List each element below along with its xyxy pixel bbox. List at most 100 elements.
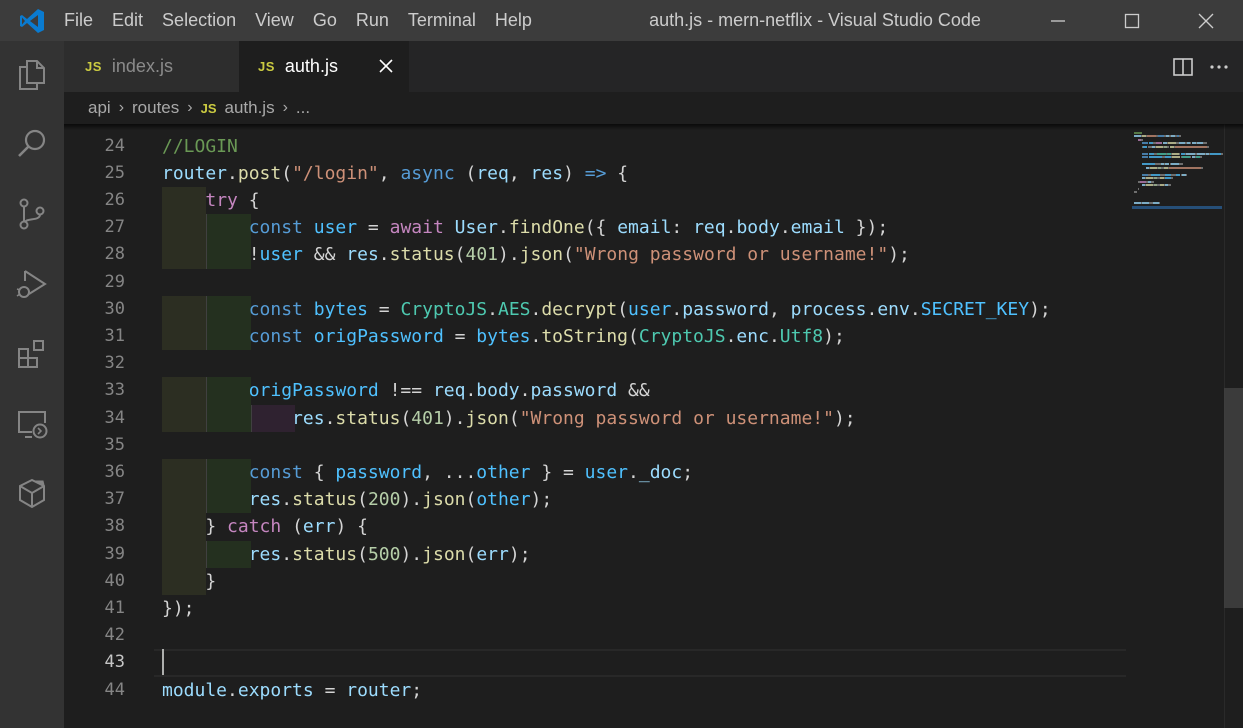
code-line[interactable]: 40 } [64,567,1126,595]
run-debug-button[interactable] [0,249,64,319]
vertical-scrollbar[interactable] [1224,124,1243,728]
code-line[interactable]: 35 [64,432,1126,459]
code-token: process [790,298,867,320]
breadcrumb-api[interactable]: api [88,98,111,118]
code-token: ( [508,407,520,429]
code-text: router.post("/login", async (req, res) =… [162,160,628,187]
tab-close-button[interactable] [375,55,397,77]
breadcrumb-symbols[interactable]: ... [296,98,310,118]
minimap-token [1141,138,1144,141]
code-token: ! [248,244,260,266]
minimap-token [1186,152,1195,155]
code-text: origPassword !== req.body.password && [162,377,650,404]
code-token: bytes [476,326,531,347]
minimap-token [1134,191,1138,193]
extensions-button[interactable] [0,319,64,389]
code-line[interactable]: 38 } catch (err) { [64,513,1126,541]
tab-auth-js[interactable]: JS auth.js [239,41,409,92]
minimap-token [1134,131,1142,134]
tab-index-js[interactable]: JS index.js [64,41,239,92]
menu-edit[interactable]: Edit [103,0,153,41]
code-token: , [768,298,791,320]
line-number: 41 [104,598,125,618]
code-token: const [248,298,303,320]
code-token: other [476,462,531,483]
source-control-button[interactable] [0,179,64,249]
code-line[interactable]: 28 !user && res.status(401).json("Wrong … [64,241,1126,269]
code-token: ) [563,162,585,184]
more-actions-button[interactable] [1201,41,1237,92]
close-window-button[interactable] [1169,0,1243,41]
code-token: ); [888,244,910,266]
code-line[interactable]: 41}); [64,595,1126,622]
code-token: ) { [335,516,368,538]
code-line[interactable]: 37 res.status(200).json(other); [64,486,1126,514]
code-token: req [693,217,726,239]
code-line[interactable]: 36 const { password, ...other } = user._… [64,459,1126,487]
js-file-icon: JS [258,59,275,74]
menu-help[interactable]: Help [485,0,541,41]
code-token: router [346,679,412,701]
code-line[interactable]: 25 router.post("/login", async (req, res)… [64,160,1126,187]
minimize-button[interactable] [1021,0,1095,41]
split-editor-button[interactable] [1165,41,1201,92]
code-editor[interactable]: 2324//LOGIN25router.post("/login", async… [64,124,1243,728]
editor-tab-bar: JS index.js JS auth.js [64,41,1243,92]
minimap-token [1156,142,1162,144]
code-line[interactable]: 31 const origPassword = bytes.toString(C… [64,323,1126,351]
breadcrumb-routes[interactable]: routes [132,98,179,118]
code-line[interactable]: 33 origPassword !== req.body.password && [64,377,1126,405]
code-token: && [302,244,347,266]
menu-selection[interactable]: Selection [153,0,246,41]
code-token: await [389,217,444,239]
code-token: email [617,217,672,239]
minimap-token [1169,166,1201,169]
code-line[interactable]: 43 [64,649,1126,677]
search-icon [18,129,46,157]
code-line[interactable]: 32 [64,350,1126,377]
line-number: 26 [104,190,125,210]
explorer-button[interactable] [0,41,64,109]
code-line[interactable]: 24 //LOGIN [64,133,1126,160]
menu-terminal[interactable]: Terminal [398,0,485,41]
minimap-token [1159,201,1161,204]
code-line[interactable]: 44 module.exports = router; [64,677,1126,704]
breadcrumb-file[interactable]: auth.js [225,98,275,118]
minimap-token [1147,135,1156,137]
maximize-button[interactable] [1095,0,1169,41]
code-token: 200 [367,489,401,511]
menu-run[interactable]: Run [346,0,398,41]
code-token: ( [465,489,477,511]
code-line[interactable]: 27 const user = await User.findOne({ ema… [64,214,1126,242]
minimap-token [1146,184,1153,186]
code-token: ). [498,244,520,266]
title-bar: File Edit Selection View Go Run Terminal… [0,0,1243,41]
chevron-right-icon: › [187,99,193,116]
code-token: . [227,679,238,701]
minimap[interactable] [1132,124,1227,728]
line-number: 31 [104,326,125,346]
code-token: const [248,217,303,239]
menu-view[interactable]: View [246,0,304,41]
code-line[interactable]: 30 const bytes = CryptoJS.AES.decrypt(us… [64,295,1126,323]
code-token: status [292,489,358,511]
code-line[interactable]: 39 res.status(500).json(err); [64,540,1126,568]
code-line[interactable]: 26 try { [64,187,1126,215]
code-text: } [162,568,216,595]
editor-actions [1165,41,1243,92]
menu-file[interactable]: File [64,0,103,41]
split-editor-icon [1173,57,1193,76]
code-line[interactable]: 34 res.status(401).json("Wrong password … [64,404,1126,432]
search-button[interactable] [0,109,64,179]
minimap-token [1200,156,1203,158]
menu-go[interactable]: Go [303,0,346,41]
vscode-logo-icon [0,0,64,41]
minimap-token [1148,156,1162,158]
docker-button[interactable] [0,459,64,529]
minimap-token [1168,142,1177,144]
code-token: req [432,380,466,402]
scrollbar-thumb[interactable] [1224,388,1243,608]
remote-explorer-button[interactable] [0,389,64,459]
code-line[interactable]: 42 [64,622,1126,649]
code-line[interactable]: 29 [64,269,1126,296]
